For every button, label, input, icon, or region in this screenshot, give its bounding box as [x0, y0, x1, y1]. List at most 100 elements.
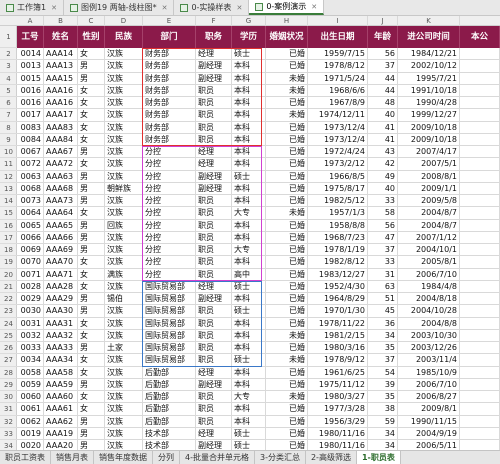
table-cell[interactable]: 经理: [196, 48, 232, 61]
table-cell[interactable]: AAA31: [44, 317, 78, 330]
table-cell[interactable]: 汉族: [105, 280, 143, 293]
row-number[interactable]: 21: [0, 281, 17, 293]
table-cell[interactable]: 1968/7/23: [308, 231, 368, 244]
column-letter[interactable]: C: [78, 16, 105, 26]
table-cell[interactable]: AAA67: [44, 146, 78, 159]
table-cell[interactable]: 未婚: [266, 84, 308, 97]
table-cell[interactable]: 经理: [196, 146, 232, 159]
table-cell[interactable]: 回族: [105, 219, 143, 232]
table-cell[interactable]: 本科: [232, 121, 266, 134]
table-cell[interactable]: [460, 440, 500, 450]
table-cell[interactable]: 本科: [232, 195, 266, 208]
table-cell[interactable]: 已婚: [266, 97, 308, 110]
close-tab-icon[interactable]: ✕: [51, 4, 57, 12]
table-cell[interactable]: 56: [368, 48, 398, 61]
table-cell[interactable]: 经理: [196, 366, 232, 379]
table-cell[interactable]: AAA71: [44, 268, 78, 281]
table-cell[interactable]: [460, 48, 500, 61]
table-cell[interactable]: 男: [78, 440, 105, 450]
table-cell[interactable]: AAA73: [44, 195, 78, 208]
table-cell[interactable]: 0034: [17, 354, 44, 367]
table-cell[interactable]: 分控: [143, 146, 196, 159]
table-cell[interactable]: 女: [78, 109, 105, 122]
table-cell[interactable]: 职员: [196, 207, 232, 220]
row-number[interactable]: 16: [0, 220, 17, 232]
table-cell[interactable]: 副经理: [196, 72, 232, 85]
table-cell[interactable]: 大专: [232, 244, 266, 257]
table-cell[interactable]: 2007/1/12: [398, 231, 460, 244]
table-cell[interactable]: 1975/11/12: [308, 378, 368, 391]
table-cell[interactable]: 0019: [17, 427, 44, 440]
table-cell[interactable]: 0062: [17, 415, 44, 428]
table-cell[interactable]: 0060: [17, 391, 44, 404]
table-cell[interactable]: 分控: [143, 158, 196, 171]
row-number[interactable]: 4: [0, 73, 17, 85]
table-cell[interactable]: AAA15: [44, 72, 78, 85]
table-cell[interactable]: [460, 182, 500, 195]
table-cell[interactable]: 职员: [196, 231, 232, 244]
row-number[interactable]: 17: [0, 232, 17, 244]
table-cell[interactable]: 硕士: [232, 354, 266, 367]
table-cell[interactable]: 本科: [232, 366, 266, 379]
table-cell[interactable]: 本科: [232, 146, 266, 159]
table-cell[interactable]: AAA58: [44, 366, 78, 379]
table-cell[interactable]: 本科: [232, 293, 266, 306]
table-cell[interactable]: 本科: [232, 219, 266, 232]
table-cell[interactable]: 女: [78, 329, 105, 342]
table-cell[interactable]: 0013: [17, 60, 44, 73]
table-cell[interactable]: 0016: [17, 97, 44, 110]
table-cell[interactable]: 女: [78, 158, 105, 171]
table-cell[interactable]: 未婚: [266, 354, 308, 367]
table-cell[interactable]: 汉族: [105, 305, 143, 318]
table-cell[interactable]: 1991/10/18: [398, 84, 460, 97]
table-cell[interactable]: AAA30: [44, 305, 78, 318]
table-cell[interactable]: 汉族: [105, 72, 143, 85]
table-cell[interactable]: 大专: [232, 391, 266, 404]
table-cell[interactable]: 硕士: [232, 170, 266, 183]
table-cell[interactable]: AAA13: [44, 60, 78, 73]
row-number[interactable]: 1: [0, 26, 17, 48]
table-cell[interactable]: 2005/8/1: [398, 256, 460, 269]
table-cell[interactable]: 本科: [232, 109, 266, 122]
table-cell[interactable]: 男: [78, 244, 105, 257]
table-cell[interactable]: 37: [368, 60, 398, 73]
table-cell[interactable]: 财务部: [143, 133, 196, 146]
table-cell[interactable]: AAA60: [44, 391, 78, 404]
table-cell[interactable]: 2006/7/10: [398, 378, 460, 391]
table-cell[interactable]: 已婚: [266, 440, 308, 450]
table-cell[interactable]: AAA66: [44, 231, 78, 244]
table-cell[interactable]: 已婚: [266, 293, 308, 306]
table-cell[interactable]: 0070: [17, 256, 44, 269]
table-cell[interactable]: 39: [368, 378, 398, 391]
table-cell[interactable]: 满族: [105, 268, 143, 281]
header-cell[interactable]: 本公: [460, 26, 500, 48]
table-cell[interactable]: 已婚: [266, 219, 308, 232]
table-cell[interactable]: 副经理: [196, 440, 232, 450]
row-number[interactable]: 32: [0, 416, 17, 428]
table-cell[interactable]: 已婚: [266, 427, 308, 440]
column-letter[interactable]: D: [105, 16, 143, 26]
table-cell[interactable]: 0015: [17, 72, 44, 85]
document-tab[interactable]: 图例19 两轴-线柱图* ✕: [64, 0, 175, 15]
table-cell[interactable]: AAA20: [44, 440, 78, 450]
table-cell[interactable]: 国际贸易部: [143, 317, 196, 330]
table-cell[interactable]: [460, 329, 500, 342]
table-cell[interactable]: 男: [78, 415, 105, 428]
table-cell[interactable]: 女: [78, 133, 105, 146]
table-cell[interactable]: AAA61: [44, 403, 78, 416]
table-cell[interactable]: 本科: [232, 182, 266, 195]
header-cell[interactable]: 部门: [143, 26, 196, 48]
table-cell[interactable]: 女: [78, 84, 105, 97]
table-cell[interactable]: 汉族: [105, 354, 143, 367]
table-cell[interactable]: 本科: [232, 72, 266, 85]
table-cell[interactable]: 1978/8/12: [308, 60, 368, 73]
table-cell[interactable]: 职员: [196, 97, 232, 110]
table-cell[interactable]: 0020: [17, 440, 44, 450]
table-cell[interactable]: 1957/1/3: [308, 207, 368, 220]
table-cell[interactable]: 2009/1/1: [398, 182, 460, 195]
table-cell[interactable]: 经理: [196, 158, 232, 171]
table-cell[interactable]: 职员: [196, 268, 232, 281]
row-number[interactable]: 31: [0, 403, 17, 416]
table-cell[interactable]: 44: [368, 84, 398, 97]
table-cell[interactable]: 0029: [17, 293, 44, 306]
